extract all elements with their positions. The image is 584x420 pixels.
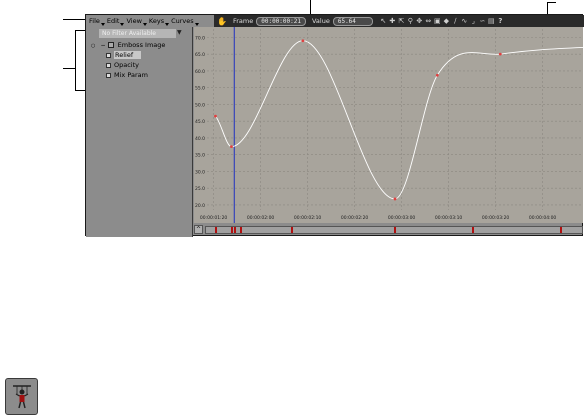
param-row-mix[interactable]: Mix Param [106,71,148,79]
menu-edit[interactable]: Edit [104,17,125,26]
y-tick-label: 40.0 [195,136,205,142]
timeline-key-marker[interactable] [290,227,293,233]
y-tick-label: 20.0 [195,203,205,209]
fcurve-line[interactable] [215,40,583,200]
timeline-key-marker[interactable] [472,227,475,233]
callout-line-outliner-top [63,68,75,69]
fcurve-editor-shelf-icon[interactable] [5,378,38,415]
step-icon[interactable]: ⌟ [469,17,478,25]
x-tick-label: 00:00:02:00 [247,215,275,221]
menu-curves[interactable]: Curves [168,17,199,26]
filter-dropdown-arrow-icon[interactable]: ▼ [177,29,183,38]
value-field[interactable]: 65.64 [332,16,373,26]
x-tick-label: 00:00:02:20 [341,215,369,221]
toolbar: ✋ Frame 00:00:00:21 Value 65.64 ↖ ✚ ⇱ ⚲ … [214,15,584,27]
y-tick-label: 50.0 [195,102,205,108]
node-label: Emboss Image [117,41,166,49]
timeline-toggle-button[interactable]: ^ [194,225,203,234]
y-tick-label: 45.0 [195,119,205,125]
move-icon[interactable]: ✚ [388,17,397,25]
node-indicator-icon: ○ [91,43,96,49]
scale-icon[interactable]: ⇱ [397,17,406,25]
curve-graph-svg[interactable]: 70.0 65.0 60.0 55.0 50.0 45.0 40.0 35.0 30.0 25.0… [194,27,583,223]
parameter-outliner: No Filter Available ▼ ○ − Emboss Image R… [86,27,193,237]
ease-icon[interactable]: ∽ [478,17,487,25]
param-label: Opacity [114,61,140,69]
snap-icon[interactable]: ▤ [487,17,496,25]
fit-icon[interactable]: ⇔ [424,17,433,25]
zoom-icon[interactable]: ⚲ [406,17,415,25]
menu-file[interactable]: File [86,17,105,26]
y-tick-label: 65.0 [195,52,205,58]
puppet-figure-icon [12,384,31,408]
expand-minus-icon[interactable]: − [100,42,105,49]
frame-label: Frame [232,17,254,25]
menu-bar: File Edit View Keys Curves [86,15,214,27]
node-row[interactable]: ○ − Emboss Image [91,41,165,49]
x-tick-label: 00:00:02:10 [294,215,322,221]
x-tick-label: 00:00:03:20 [482,215,510,221]
help-icon[interactable]: ? [496,17,505,25]
x-tick-label: 00:00:03:00 [388,215,416,221]
value-label: Value [311,17,330,25]
keyframe-point[interactable] [435,73,439,77]
param-row-opacity[interactable]: Opacity [106,61,139,69]
bezier-icon[interactable]: ∿ [460,17,469,25]
pan-icon[interactable]: ✥ [415,17,424,25]
timeline-key-marker[interactable] [215,227,218,233]
param-label: Relief [114,51,142,59]
timeline-key-marker[interactable] [239,227,242,233]
filter-dropdown[interactable]: No Filter Available [99,29,176,38]
menu-keys[interactable]: Keys [146,17,170,26]
linear-icon[interactable]: ∕ [451,17,460,25]
y-tick-label: 60.0 [195,69,205,75]
x-tick-label: 00:00:04:00 [529,215,557,221]
keyframe-point[interactable] [498,52,502,56]
timeline-key-marker[interactable] [394,227,396,233]
timeline-key-marker[interactable] [234,227,237,233]
param-checkbox[interactable] [106,52,111,58]
curve-graph[interactable]: 70.0 65.0 60.0 55.0 50.0 45.0 40.0 35.0 30.0 25.0… [194,27,583,223]
timeline-key-marker[interactable] [560,227,563,233]
y-tick-label: 30.0 [195,169,205,175]
node-type-icon [107,42,114,48]
keyframe-point[interactable] [301,39,305,43]
timeline-bar: ^ [194,225,583,235]
keyframe-point[interactable] [214,114,217,118]
y-tick-label: 70.0 [195,35,205,41]
keyframe-point[interactable] [393,197,397,201]
param-row-relief[interactable]: Relief [106,51,142,59]
menu-view[interactable]: View [123,17,148,26]
y-tick-label: 25.0 [195,186,205,192]
y-tick-label: 55.0 [195,86,205,92]
timeline-track[interactable] [205,226,583,234]
select-icon[interactable]: ↖ [379,17,388,25]
param-checkbox[interactable] [106,72,111,78]
frame-all-icon[interactable]: ▣ [433,17,442,25]
frame-field[interactable]: 00:00:00:21 [256,16,306,26]
callout-line-toolbar-h [547,2,556,3]
x-tick-label: 00:00:03:10 [435,215,463,221]
y-tick-label: 35.0 [195,153,205,159]
x-tick-label: 00:00:01:20 [200,215,228,221]
param-checkbox[interactable] [106,62,111,68]
fcurve-editor-window: File Edit View Keys Curves ✋ Frame 00:00… [85,14,584,237]
timeline-key-marker[interactable] [231,227,234,233]
toolbar-tool-icons: ↖ ✚ ⇱ ⚲ ✥ ⇔ ▣ ◆ ∕ ∿ ⌟ ∽ ▤ ? [379,17,505,25]
keyframe-point[interactable] [230,145,233,149]
key-icon[interactable]: ◆ [442,17,451,25]
callout-line-outliner-v [75,30,76,90]
param-label: Mix Param [114,71,148,79]
callout-line-menubar [63,19,87,20]
hand-tool-icon[interactable]: ✋ [217,17,227,26]
